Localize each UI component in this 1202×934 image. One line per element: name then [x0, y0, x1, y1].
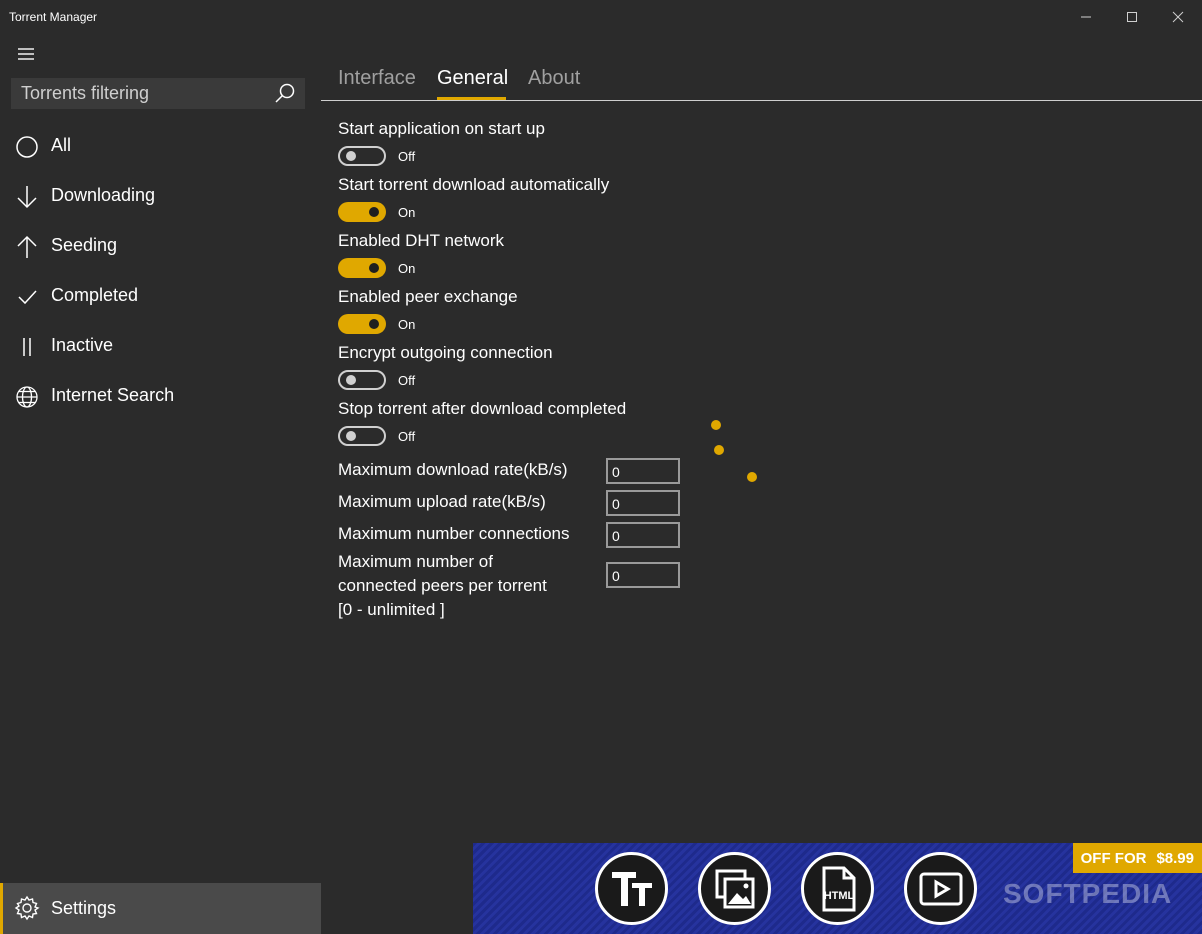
image-app-icon[interactable]: [698, 852, 771, 925]
sidebar-item-label: Seeding: [51, 235, 118, 255]
max-peers-input[interactable]: 0: [606, 562, 680, 588]
max-download-rate-input[interactable]: 0: [606, 458, 680, 484]
html-icon-text: HTML: [823, 890, 854, 902]
max-upload-rate-input[interactable]: 0: [606, 490, 680, 516]
minimize-button[interactable]: [1063, 0, 1109, 34]
toggle-state: On: [398, 317, 416, 332]
minimize-icon: [1081, 16, 1091, 18]
toggle-peer-exchange[interactable]: [338, 314, 386, 334]
setting-label: Start torrent download automatically: [338, 175, 610, 194]
circle-icon: [14, 134, 40, 160]
maximize-icon: [1127, 12, 1137, 22]
video-app-icon[interactable]: [904, 852, 977, 925]
toggle-knob: [369, 263, 379, 273]
sidebar-item-internet-search[interactable]: Internet Search: [0, 371, 321, 421]
offer-price: $8.99: [1156, 849, 1194, 867]
globe-icon: [14, 384, 40, 410]
field-label: [0 - unlimited ]: [338, 600, 445, 619]
font-app-icon[interactable]: [595, 852, 668, 925]
toggle-state: On: [398, 205, 416, 220]
maximize-button[interactable]: [1109, 0, 1155, 34]
search-icon[interactable]: [273, 82, 297, 106]
close-icon: [1172, 11, 1184, 23]
sidebar-item-seeding[interactable]: Seeding: [0, 221, 321, 271]
sidebar-item-label: Downloading: [51, 185, 156, 205]
toggle-encrypt-connection[interactable]: [338, 370, 386, 390]
toggle-knob: [346, 375, 356, 385]
toggle-knob: [346, 151, 356, 161]
field-label: Maximum number connections: [338, 524, 570, 543]
sidebar-item-label: All: [51, 135, 72, 155]
sidebar-item-label: Internet Search: [51, 385, 175, 405]
checkmark-icon: [14, 284, 40, 310]
sidebar-item-inactive[interactable]: Inactive: [0, 321, 321, 371]
loading-dot: [714, 445, 724, 455]
toggle-auto-download[interactable]: [338, 202, 386, 222]
offer-text: OFF FOR: [1080, 849, 1147, 867]
setting-label: Encrypt outgoing connection: [338, 343, 553, 362]
html-app-icon[interactable]: HTML: [801, 852, 874, 925]
menu-button[interactable]: [10, 42, 42, 66]
setting-label: Start application on start up: [338, 119, 545, 138]
search-placeholder: Torrents filtering: [21, 83, 150, 103]
pause-icon: [14, 334, 40, 360]
toggle-dht-network[interactable]: [338, 258, 386, 278]
field-label: Maximum download rate(kB/s): [338, 460, 568, 479]
toggle-state: Off: [398, 149, 416, 164]
loading-dot: [711, 420, 721, 430]
max-connections-input[interactable]: 0: [606, 522, 680, 548]
settings-tabs: Interface General About: [321, 60, 1202, 101]
arrow-down-icon: [14, 184, 40, 210]
search-input[interactable]: Torrents filtering: [11, 78, 305, 109]
close-button[interactable]: [1155, 0, 1201, 34]
toggle-knob: [369, 207, 379, 217]
tab-general[interactable]: General: [437, 67, 508, 90]
field-label: Maximum upload rate(kB/s): [338, 492, 546, 511]
toggle-knob: [369, 319, 379, 329]
window-title: Torrent Manager: [9, 10, 98, 24]
toggle-start-on-startup[interactable]: [338, 146, 386, 166]
sidebar-item-label: Inactive: [51, 335, 114, 355]
loading-dot: [747, 472, 757, 482]
selection-indicator: [0, 883, 3, 934]
toggle-stop-after-complete[interactable]: [338, 426, 386, 446]
title-bar: Torrent Manager: [0, 0, 1202, 34]
sidebar-item-completed[interactable]: Completed: [0, 271, 321, 321]
toggle-state: Off: [398, 373, 416, 388]
sidebar-item-all[interactable]: All: [0, 121, 321, 171]
tab-interface[interactable]: Interface: [338, 67, 416, 90]
hamburger-icon: [18, 48, 34, 60]
offer-badge[interactable]: OFF FOR $8.99: [1072, 843, 1202, 873]
arrow-up-icon: [14, 234, 40, 260]
active-tab-indicator: [437, 97, 506, 100]
softpedia-watermark: SOFTPEDIA: [1003, 878, 1173, 909]
setting-label: Enabled DHT network: [338, 231, 504, 250]
gear-icon: [14, 895, 40, 921]
setting-label: Enabled peer exchange: [338, 287, 518, 306]
sidebar-item-downloading[interactable]: Downloading: [0, 171, 321, 221]
sidebar-item-label: Completed: [51, 285, 139, 305]
field-label: connected peers per torrent: [338, 576, 547, 595]
tab-about[interactable]: About: [528, 67, 580, 90]
toggle-state: Off: [398, 429, 416, 444]
settings-label: Settings: [51, 898, 117, 918]
ad-banner[interactable]: HTML SOFTPEDIA OFF FOR $8.99: [473, 843, 1202, 934]
toggle-state: On: [398, 261, 416, 276]
sidebar: Torrents filtering All Downloading Seedi…: [0, 34, 321, 934]
sidebar-item-settings[interactable]: Settings: [0, 883, 321, 934]
setting-label: Stop torrent after download completed: [338, 399, 627, 418]
toggle-knob: [346, 431, 356, 441]
field-label: Maximum number of: [338, 552, 493, 571]
